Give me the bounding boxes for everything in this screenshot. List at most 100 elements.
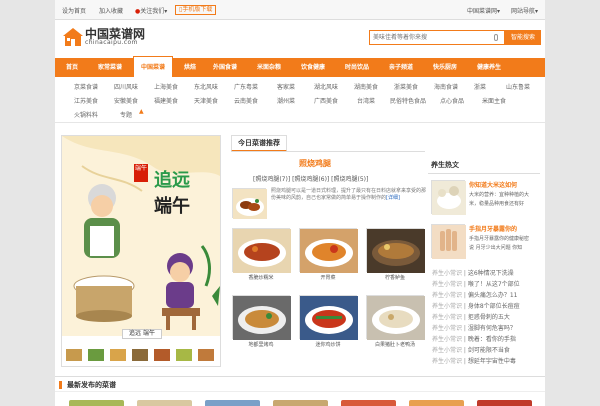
featured-dish-illustration <box>233 189 267 219</box>
dragon-boat-poster[interactable]: 端午 追远 端午 追远 端午 <box>61 135 221 367</box>
tab-todays-recommend[interactable]: 今日菜谱推荐 <box>231 135 287 152</box>
poster-title-line2: 端午 <box>154 196 190 217</box>
poster-seal: 端午 <box>134 164 148 182</box>
set-homepage-link[interactable]: 设为首页 <box>62 6 86 15</box>
subnav-link[interactable]: 山东鲁菜 <box>493 82 543 91</box>
tip-item[interactable]: 养生小常识 | 这6种情况下洗澡 <box>432 268 514 277</box>
dish-illustration <box>367 296 425 340</box>
article-title[interactable]: 手指月牙暴露你的 <box>469 224 517 233</box>
dish-illustration <box>300 229 358 273</box>
nav-item-foreign-recipes[interactable]: 外国食谱 <box>205 58 245 77</box>
recipe-label: 香脆炒糯米 <box>248 275 274 281</box>
recipe-label: 开胃菜 <box>320 275 336 281</box>
search-button[interactable]: 智能搜索 <box>505 30 541 45</box>
logo-domain: chinacaipu.com <box>85 39 138 46</box>
featured-recipe-description: 照烧鸡腿可以是一道日式料理，提升了最只有在日料店就拿来享受的那份美味的风韵，自己… <box>271 188 427 201</box>
latest-recipe-thumb[interactable] <box>69 400 124 406</box>
poster-thumb[interactable] <box>109 348 127 362</box>
poster-thumb[interactable] <box>131 348 149 362</box>
add-favorite-link[interactable]: 加入收藏 <box>99 6 123 15</box>
hot-article[interactable]: 手指月牙暴露你的 手指月牙暴露你的健康秘密 说 月牙少出大问题 你知 <box>431 224 543 260</box>
hot-article[interactable]: 你知道大米这如何 大米的营养：宜种种植的大 米，稳量品种用食还有好 <box>431 180 543 216</box>
main-nav: 首页 家常菜谱 中国菜谱 烘焙 外国食谱 米面杂粮 饮食健康 时尚饮品 亲子频道… <box>55 56 545 77</box>
tab-health-articles[interactable]: 养生热文 <box>431 160 471 174</box>
tip-item[interactable]: 养生小常识 | 湿脚有何危害吗？ <box>432 323 516 332</box>
tip-item[interactable]: 养生小常识 | 偏头痛怎么办？11 <box>432 290 518 299</box>
article-desc: 米，稳量品种用食还有好 <box>469 201 525 207</box>
poster-thumb[interactable] <box>175 348 193 362</box>
tip-item[interactable]: 养生小常识 | 身体8个部位长痘痘 <box>432 301 520 310</box>
poster-thumb[interactable] <box>197 348 215 362</box>
hot-flag-icon: ▲ <box>139 108 144 115</box>
recipe-card[interactable]: 迷你鸡炒饼 <box>299 295 358 348</box>
article-desc: 说 月牙少出大问题 你知 <box>469 245 523 251</box>
recipe-card[interactable]: 开胃菜 <box>299 228 358 281</box>
poster-thumb[interactable] <box>153 348 171 362</box>
recipe-image <box>232 295 291 340</box>
recipe-label: 白果猪肚卜老鸭汤 <box>374 342 415 348</box>
article-image <box>431 180 466 215</box>
nav-item-family[interactable]: 亲子频道 <box>381 58 421 77</box>
latest-recipe-thumb[interactable] <box>341 400 396 406</box>
subnav-link[interactable]: 民俗特色食品 <box>383 96 433 105</box>
site-name-menu[interactable]: 中国菜谱网▾ <box>467 6 500 15</box>
mobile-app-download-button[interactable]: ▯手机版下载 <box>175 5 217 15</box>
nav-item-drinks[interactable]: 时尚饮品 <box>337 58 377 77</box>
latest-recipe-thumb[interactable] <box>409 400 464 406</box>
dish-illustration <box>367 229 425 273</box>
tip-item[interactable]: 养生小常识 | 晚着：看你的手指 <box>432 334 516 343</box>
top-utility-bar: 设为首页 加入收藏 ●关注我们▾ ▯手机版下载 中国菜谱网▾ 网站导航▾ <box>55 0 545 20</box>
tip-item[interactable]: 养生小常识 | 拒惑骨刺的五大 <box>432 312 510 321</box>
sub-nav: 京菜食谱 四川风味 上海美食 东北风味 广东粤菜 客家菜 湖北风味 湖南美食 浙… <box>55 77 545 123</box>
nav-item-happy-kitchen[interactable]: 快乐厨房 <box>425 58 465 77</box>
recipe-card[interactable]: 地都里烤鸡 <box>232 295 291 348</box>
recipe-card[interactable]: 柠香鲈鱼 <box>366 228 425 281</box>
latest-recipe-thumb[interactable] <box>477 400 532 406</box>
featured-recipe-image[interactable] <box>232 188 267 219</box>
poster-title-line1: 追远 <box>154 170 190 191</box>
dish-illustration <box>233 296 291 340</box>
nav-item-healthy-diet[interactable]: 饮食健康 <box>293 58 333 77</box>
latest-recipe-thumb[interactable] <box>273 400 328 406</box>
tip-item[interactable]: 养生小常识 | 喉了！从这7个部位 <box>432 279 520 288</box>
recipe-label: 柠香鲈鱼 <box>384 275 405 281</box>
recipe-image <box>299 228 358 273</box>
article-title[interactable]: 你知道大米这如何 <box>469 180 517 189</box>
latest-recipe-thumb[interactable] <box>137 400 192 406</box>
nav-item-grains[interactable]: 米面杂粮 <box>249 58 289 77</box>
recipe-image <box>299 295 358 340</box>
poster-thumb[interactable] <box>65 348 83 362</box>
recipe-image <box>366 295 425 340</box>
hand-illustration <box>432 225 466 259</box>
chevron-down-icon: ▾ <box>497 8 501 15</box>
section-marker <box>59 381 62 389</box>
recipe-card[interactable]: 白果猪肚卜老鸭汤 <box>366 295 425 348</box>
section-title: 最新发布的菜谱 <box>67 381 116 389</box>
nav-item-baking[interactable]: 烘焙 <box>177 58 203 77</box>
poster-thumb[interactable] <box>87 348 105 362</box>
chevron-down-icon: ▾ <box>535 8 539 15</box>
recipe-card[interactable]: 香脆炒糯米 <box>232 228 291 281</box>
microphone-icon[interactable] <box>494 34 498 41</box>
detail-link[interactable]: [详细] <box>386 195 400 201</box>
poster-caption: 追远 端午 <box>122 329 162 339</box>
rice-illustration <box>432 181 466 215</box>
subnav-link[interactable]: 米面主食 <box>469 96 519 105</box>
recipe-label: 地都里烤鸡 <box>248 342 274 348</box>
nav-item-chinese-recipes[interactable]: 中国菜谱 <box>133 56 173 77</box>
tip-item[interactable]: 养生小常识 | 想延年宇宙性中毒 <box>432 356 516 365</box>
latest-recipe-thumb[interactable] <box>205 400 260 406</box>
featured-recipe-links[interactable]: [照烧鸡腿(7)] [照烧鸡腿(6)] [照烧鸡腿(5)] <box>253 174 368 183</box>
nav-item-wellness[interactable]: 健康养生 <box>469 58 509 77</box>
page-container: 中国菜谱网 chinacaipu.com 智能搜索 首页 家常菜谱 中国菜谱 烘… <box>55 20 545 406</box>
divider <box>231 151 425 152</box>
nav-item-home[interactable]: 首页 <box>59 58 85 77</box>
recipe-image <box>366 228 425 273</box>
search-input[interactable] <box>370 31 490 44</box>
featured-recipe-title[interactable]: 照烧鸡腿 <box>299 158 331 169</box>
logo-house-icon[interactable] <box>62 27 84 47</box>
follow-us-menu[interactable]: ●关注我们▾ <box>135 6 167 15</box>
site-nav-menu[interactable]: 网站导航▾ <box>511 6 538 15</box>
tip-item[interactable]: 养生小常识 | 剑可能限不当食 <box>432 345 510 354</box>
nav-item-home-cooking[interactable]: 家常菜谱 <box>89 58 131 77</box>
